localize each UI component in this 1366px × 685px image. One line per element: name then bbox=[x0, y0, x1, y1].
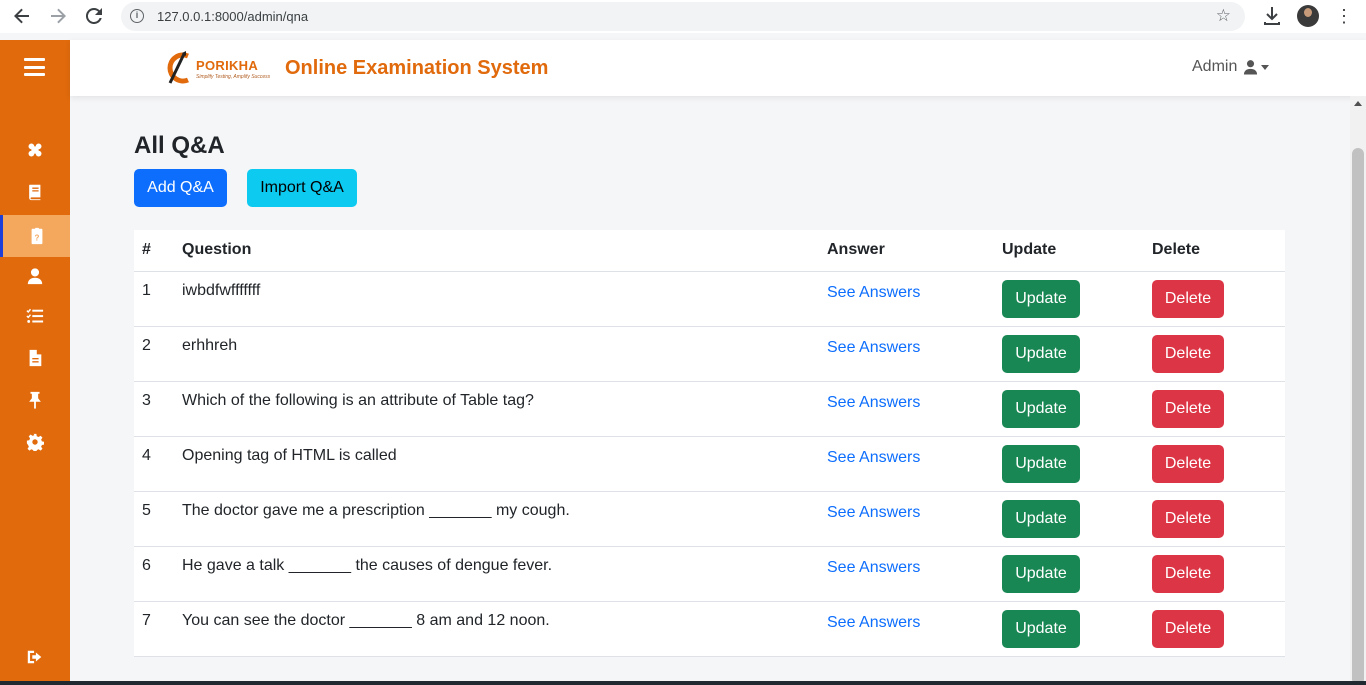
chevron-down-icon[interactable] bbox=[1261, 64, 1270, 70]
table-row: 1 iwbdfwfffffff See Answers Update Delet… bbox=[134, 271, 1285, 327]
update-button[interactable]: Update bbox=[1002, 444, 1080, 483]
row-number: 5 bbox=[134, 491, 174, 547]
scroll-up-arrow-icon[interactable] bbox=[1354, 101, 1362, 106]
header-update: Update bbox=[994, 230, 1144, 272]
row-number: 7 bbox=[134, 601, 174, 657]
see-answers-link[interactable]: See Answers bbox=[827, 339, 920, 357]
page-scrollbar[interactable] bbox=[1350, 96, 1366, 685]
row-number: 1 bbox=[134, 271, 174, 327]
see-answers-link[interactable]: See Answers bbox=[827, 614, 920, 632]
update-button[interactable]: Update bbox=[1002, 334, 1080, 373]
qna-table: # Question Answer Update Delete 1 iwbdfw… bbox=[134, 230, 1285, 657]
book-icon[interactable] bbox=[0, 171, 70, 213]
logo-mark-icon bbox=[167, 51, 189, 84]
row-question: You can see the doctor _______ 8 am and … bbox=[174, 601, 819, 657]
delete-button[interactable]: Delete bbox=[1152, 499, 1224, 538]
taskbar-edge bbox=[0, 681, 1366, 685]
url-text[interactable]: 127.0.0.1:8000/admin/qna bbox=[157, 9, 308, 24]
download-icon[interactable] bbox=[1262, 5, 1282, 27]
import-qna-button[interactable]: Import Q&A bbox=[247, 169, 357, 207]
browser-toolbar: i 127.0.0.1:8000/admin/qna ☆ ⋮ bbox=[0, 0, 1366, 33]
address-bar[interactable]: i 127.0.0.1:8000/admin/qna ☆ bbox=[121, 2, 1245, 31]
row-number: 3 bbox=[134, 381, 174, 437]
svg-text:?: ? bbox=[34, 234, 39, 243]
delete-button[interactable]: Delete bbox=[1152, 554, 1224, 593]
row-question: The doctor gave me a prescription ______… bbox=[174, 491, 819, 547]
see-answers-link[interactable]: See Answers bbox=[827, 559, 920, 577]
top-navbar: PORIKHA Simplify Testing, Amplify Succes… bbox=[70, 40, 1366, 96]
page-title: All Q&A bbox=[134, 132, 225, 159]
row-number: 2 bbox=[134, 326, 174, 382]
delete-button[interactable]: Delete bbox=[1152, 609, 1224, 648]
main-content: All Q&A Add Q&A Import Q&A # Question An… bbox=[70, 96, 1350, 685]
table-header-row: # Question Answer Update Delete bbox=[134, 230, 1285, 272]
logout-icon[interactable] bbox=[0, 636, 70, 678]
row-question: iwbdfwfffffff bbox=[174, 271, 819, 327]
qna-icon[interactable]: ? bbox=[0, 215, 70, 257]
table-row: 6 He gave a talk _______ the causes of d… bbox=[134, 546, 1285, 602]
table-row: 7 You can see the doctor _______ 8 am an… bbox=[134, 601, 1285, 657]
pin-icon[interactable] bbox=[0, 379, 70, 421]
profile-avatar[interactable] bbox=[1297, 5, 1319, 27]
settings-icon[interactable] bbox=[0, 421, 70, 463]
update-button[interactable]: Update bbox=[1002, 389, 1080, 428]
delete-button[interactable]: Delete bbox=[1152, 279, 1224, 318]
add-qna-button[interactable]: Add Q&A bbox=[134, 169, 227, 207]
table-row: 3 Which of the following is an attribute… bbox=[134, 381, 1285, 437]
user-icon bbox=[1244, 60, 1258, 75]
row-question: Opening tag of HTML is called bbox=[174, 436, 819, 492]
admin-dropdown[interactable]: Admin bbox=[1192, 58, 1270, 76]
back-arrow-icon[interactable] bbox=[11, 5, 33, 27]
logo-text: PORIKHA bbox=[196, 58, 259, 73]
table-row: 4 Opening tag of HTML is called See Answ… bbox=[134, 436, 1285, 492]
user-icon[interactable] bbox=[0, 255, 70, 297]
table-row: 2 erhhreh See Answers Update Delete bbox=[134, 326, 1285, 382]
delete-button[interactable]: Delete bbox=[1152, 444, 1224, 483]
dashboard-icon[interactable] bbox=[0, 129, 70, 171]
see-answers-link[interactable]: See Answers bbox=[827, 504, 920, 522]
header-num: # bbox=[134, 230, 174, 272]
list-check-icon[interactable] bbox=[0, 295, 70, 337]
logo-tagline: Simplify Testing, Amplify Success bbox=[196, 74, 271, 80]
see-answers-link[interactable]: See Answers bbox=[827, 284, 920, 302]
row-question: erhhreh bbox=[174, 326, 819, 382]
sidebar: ? bbox=[0, 40, 70, 685]
header-answer: Answer bbox=[819, 230, 994, 272]
row-question: Which of the following is an attribute o… bbox=[174, 381, 819, 437]
forward-arrow-icon[interactable] bbox=[47, 5, 69, 27]
see-answers-link[interactable]: See Answers bbox=[827, 394, 920, 412]
see-answers-link[interactable]: See Answers bbox=[827, 449, 920, 467]
porikha-logo[interactable]: PORIKHA Simplify Testing, Amplify Succes… bbox=[162, 50, 270, 86]
scrollbar-thumb[interactable] bbox=[1352, 148, 1364, 685]
update-button[interactable]: Update bbox=[1002, 279, 1080, 318]
delete-button[interactable]: Delete bbox=[1152, 334, 1224, 373]
row-question: He gave a talk _______ the causes of den… bbox=[174, 546, 819, 602]
row-number: 6 bbox=[134, 546, 174, 602]
app-title: Online Examination System bbox=[285, 57, 549, 79]
hamburger-menu-icon[interactable] bbox=[24, 58, 45, 76]
star-icon[interactable]: ☆ bbox=[1216, 6, 1231, 26]
admin-label[interactable]: Admin bbox=[1192, 58, 1237, 76]
qna-table-container: # Question Answer Update Delete 1 iwbdfw… bbox=[134, 230, 1285, 657]
row-number: 4 bbox=[134, 436, 174, 492]
update-button[interactable]: Update bbox=[1002, 609, 1080, 648]
reload-icon[interactable] bbox=[83, 5, 105, 27]
update-button[interactable]: Update bbox=[1002, 554, 1080, 593]
delete-button[interactable]: Delete bbox=[1152, 389, 1224, 428]
header-delete: Delete bbox=[1144, 230, 1285, 272]
file-icon[interactable] bbox=[0, 337, 70, 379]
table-row: 5 The doctor gave me a prescription ____… bbox=[134, 491, 1285, 547]
header-question: Question bbox=[174, 230, 819, 272]
kebab-menu-icon[interactable]: ⋮ bbox=[1334, 5, 1354, 27]
update-button[interactable]: Update bbox=[1002, 499, 1080, 538]
info-icon[interactable]: i bbox=[130, 9, 144, 23]
